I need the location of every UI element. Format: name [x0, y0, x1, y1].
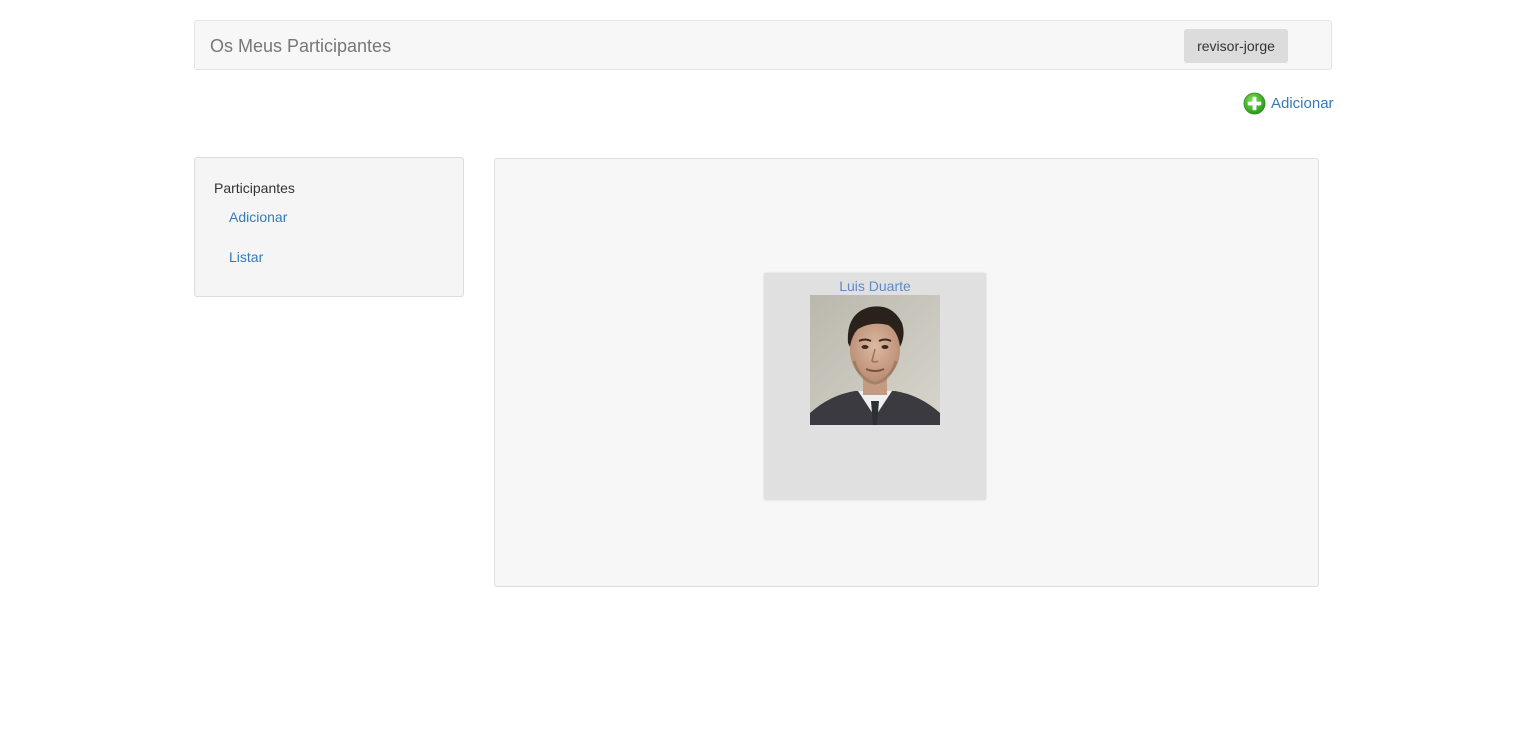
sidebar-item-listar[interactable]: Listar: [229, 249, 263, 265]
page-title[interactable]: Os Meus Participantes: [210, 36, 391, 56]
participants-panel: Luis Duarte: [494, 158, 1319, 587]
add-participant-button[interactable]: Adicionar: [1243, 91, 1334, 115]
plus-circle-icon: [1243, 92, 1266, 114]
user-menu-button[interactable]: revisor-jorge: [1184, 29, 1288, 63]
top-navbar: Os Meus Participantes revisor-jorge: [194, 20, 1332, 70]
participant-photo[interactable]: [810, 295, 940, 425]
sidebar-heading: Participantes: [214, 180, 295, 196]
participant-card[interactable]: Luis Duarte: [764, 273, 986, 500]
participant-name-link[interactable]: Luis Duarte: [764, 278, 986, 294]
sidebar-item-adicionar[interactable]: Adicionar: [229, 209, 287, 225]
add-participant-label: Adicionar: [1271, 94, 1334, 112]
sidebar-panel: Participantes Adicionar Listar: [194, 157, 464, 297]
